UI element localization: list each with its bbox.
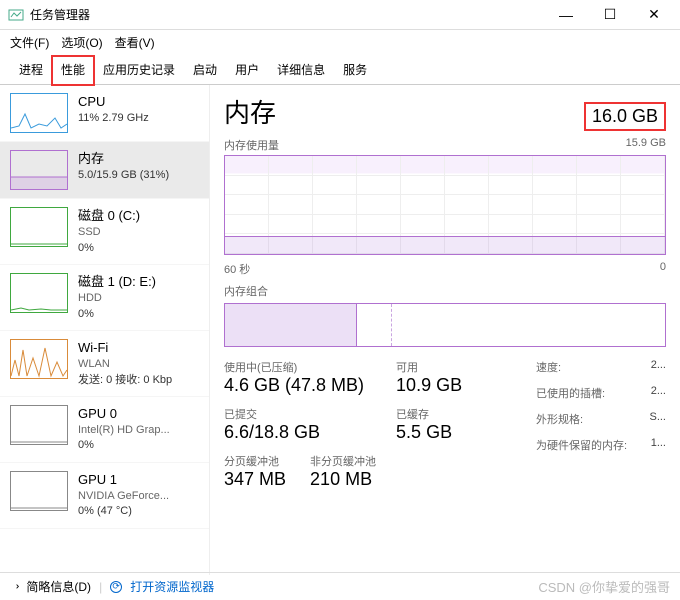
menu-view[interactable]: 查看(V) (115, 34, 155, 51)
stat-committed: 已提交 6.6/18.8 GB (224, 406, 376, 443)
cpu-sub: 11% 2.79 GHz (78, 111, 149, 126)
tab-processes[interactable]: 进程 (10, 56, 52, 85)
app-icon (8, 7, 24, 23)
gpu1-thumb (10, 471, 68, 511)
sidebar-item-gpu1[interactable]: GPU 1 NVIDIA GeForce... 0% (47 °C) (0, 463, 209, 529)
watermark: CSDN @你挚爱的强哥 (538, 577, 670, 596)
memory-usage-graph (224, 155, 666, 255)
wifi-line1: WLAN (78, 357, 172, 372)
chevron-icon[interactable]: ⌃ (9, 582, 20, 590)
gpu0-title: GPU 0 (78, 405, 170, 423)
memory-title: 内存 (78, 150, 169, 168)
memory-sub: 5.0/15.9 GB (31%) (78, 168, 169, 183)
axis-right: 0 (660, 261, 666, 277)
disk0-title: 磁盘 0 (C:) (78, 207, 140, 225)
sidebar-item-cpu[interactable]: CPU 11% 2.79 GHz (0, 85, 209, 142)
window-title: 任务管理器 (30, 6, 544, 23)
gpu1-line1: NVIDIA GeForce... (78, 489, 169, 504)
gpu0-line1: Intel(R) HD Grap... (78, 423, 170, 438)
sidebar: CPU 11% 2.79 GHz 内存 5.0/15.9 GB (31%) 磁盘… (0, 85, 210, 575)
stat-cached: 已缓存 5.5 GB (396, 406, 462, 443)
usage-label: 内存使用量 (224, 137, 279, 153)
fewer-details-link[interactable]: 简略信息(D) (26, 578, 91, 595)
tab-performance[interactable]: 性能 (52, 56, 94, 85)
memory-composition-bar (224, 303, 666, 347)
minimize-button[interactable]: — (544, 1, 588, 29)
kv-slots: 已使用的插槽:2... (536, 385, 666, 401)
gpu1-title: GPU 1 (78, 471, 169, 489)
gpu1-line2: 0% (47 °C) (78, 504, 169, 519)
disk0-line2: 0% (78, 241, 140, 256)
sidebar-item-wifi[interactable]: Wi-Fi WLAN 发送: 0 接收: 0 Kbp (0, 331, 209, 397)
wifi-line2: 发送: 0 接收: 0 Kbp (78, 373, 172, 388)
menu-file[interactable]: 文件(F) (10, 34, 49, 51)
sidebar-item-disk1[interactable]: 磁盘 1 (D: E:) HDD 0% (0, 265, 209, 331)
disk0-thumb (10, 207, 68, 247)
disk1-thumb (10, 273, 68, 313)
maximize-button[interactable]: ☐ (588, 1, 632, 29)
memory-thumb (10, 150, 68, 190)
kv-speed: 速度:2... (536, 359, 666, 375)
gpu0-thumb (10, 405, 68, 445)
disk1-line1: HDD (78, 291, 156, 306)
stat-available: 可用 10.9 GB (396, 359, 462, 396)
total-memory: 16.0 GB (584, 102, 666, 131)
sidebar-item-disk0[interactable]: 磁盘 0 (C:) SSD 0% (0, 199, 209, 265)
stat-nonpaged: 非分页缓冲池 210 MB (310, 453, 376, 490)
stat-inuse: 使用中(已压缩) 4.6 GB (47.8 MB) (224, 359, 376, 396)
resmon-link[interactable]: 打开资源监视器 (130, 578, 214, 595)
resmon-icon: ⟳ (110, 581, 122, 593)
tabbar: 进程 性能 应用历史记录 启动 用户 详细信息 服务 (0, 55, 680, 85)
menu-options[interactable]: 选项(O) (61, 34, 102, 51)
sidebar-item-memory[interactable]: 内存 5.0/15.9 GB (31%) (0, 142, 209, 199)
disk0-line1: SSD (78, 225, 140, 240)
disk1-title: 磁盘 1 (D: E:) (78, 273, 156, 291)
close-button[interactable]: ✕ (632, 1, 676, 29)
tab-services[interactable]: 服务 (334, 56, 376, 85)
usage-max: 15.9 GB (626, 137, 666, 153)
kv-reserved: 为硬件保留的内存:1... (536, 437, 666, 453)
wifi-title: Wi-Fi (78, 339, 172, 357)
kv-form: 外形规格:S... (536, 411, 666, 427)
stats-grid: 使用中(已压缩) 4.6 GB (47.8 MB) 已提交 6.6/18.8 G… (224, 359, 666, 490)
disk1-line2: 0% (78, 307, 156, 322)
sidebar-item-gpu0[interactable]: GPU 0 Intel(R) HD Grap... 0% (0, 397, 209, 463)
menubar: 文件(F) 选项(O) 查看(V) (0, 30, 680, 55)
main-panel: 内存 16.0 GB 内存使用量 15.9 GB 60 秒 0 内存组合 使用中… (210, 85, 680, 575)
tab-details[interactable]: 详细信息 (268, 56, 334, 85)
tab-startup[interactable]: 启动 (184, 56, 226, 85)
axis-left: 60 秒 (224, 261, 250, 277)
cpu-title: CPU (78, 93, 149, 111)
cpu-thumb (10, 93, 68, 133)
tab-app-history[interactable]: 应用历史记录 (94, 56, 184, 85)
stat-paged: 分页缓冲池 347 MB (224, 453, 286, 490)
page-title: 内存 (224, 93, 276, 130)
tab-users[interactable]: 用户 (226, 56, 268, 85)
gpu0-line2: 0% (78, 438, 170, 453)
content-area: CPU 11% 2.79 GHz 内存 5.0/15.9 GB (31%) 磁盘… (0, 85, 680, 575)
titlebar: 任务管理器 — ☐ ✕ (0, 0, 680, 30)
wifi-thumb (10, 339, 68, 379)
composition-label: 内存组合 (224, 283, 268, 299)
